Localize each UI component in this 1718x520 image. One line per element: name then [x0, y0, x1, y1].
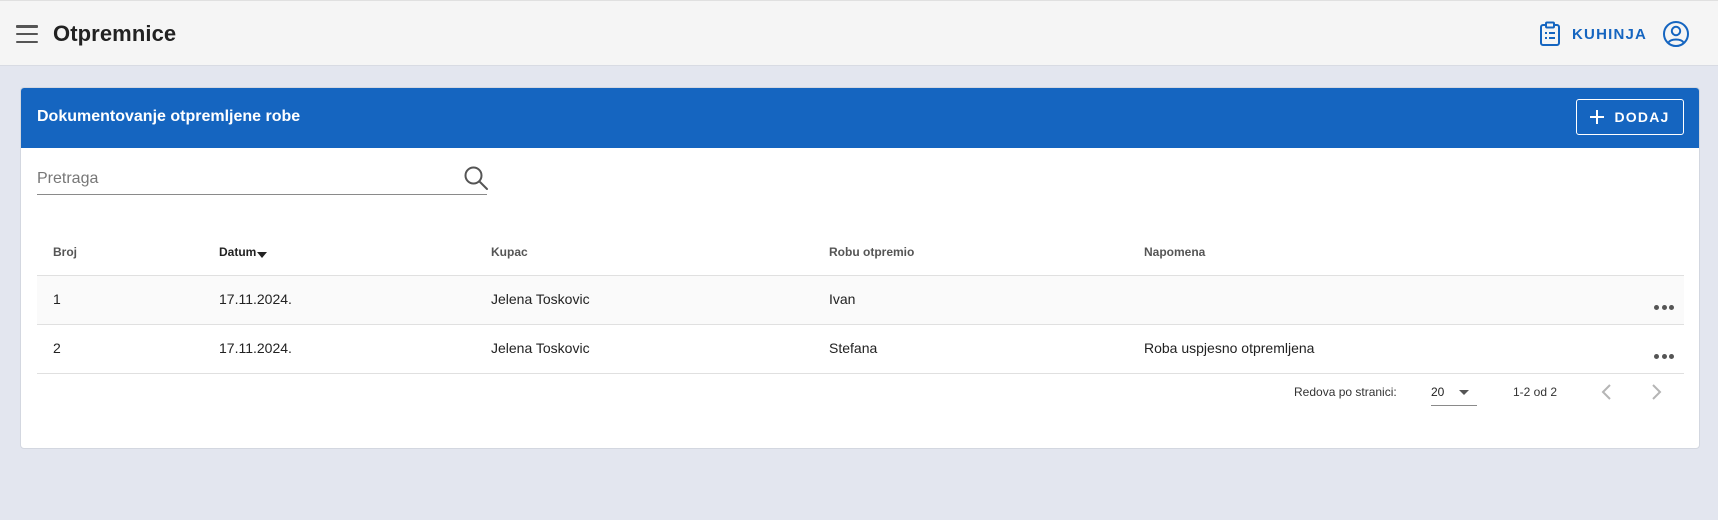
cell-napomena: Roba uspjesno otpremljena [1144, 340, 1315, 356]
table-row[interactable]: 1 17.11.2024. Jelena Toskovic Ivan [37, 276, 1684, 325]
cell-datum: 17.11.2024. [219, 340, 292, 356]
account-circle-icon[interactable] [1662, 20, 1690, 48]
cell-kupac: Jelena Toskovic [491, 291, 590, 307]
cell-broj: 2 [53, 340, 61, 356]
more-horizontal-icon[interactable] [1654, 346, 1678, 359]
cell-kupac: Jelena Toskovic [491, 340, 590, 356]
card-header: Dokumentovanje otpremljene robe DODAJ [21, 88, 1699, 148]
column-header-napomena[interactable]: Napomena [1144, 245, 1205, 259]
app-bar: Otpremnice KUHINJA [0, 0, 1718, 66]
more-horizontal-icon[interactable] [1654, 297, 1678, 310]
column-header-robu-otpremio[interactable]: Robu otpremio [829, 245, 914, 259]
column-header-broj[interactable]: Broj [53, 245, 77, 259]
cell-robu-otpremio: Ivan [829, 291, 856, 307]
rows-per-page-label: Redova po stranici: [1294, 385, 1397, 399]
cell-broj: 1 [53, 291, 61, 307]
page-title: Otpremnice [53, 21, 177, 46]
rows-per-page-select[interactable]: 20 [1431, 378, 1477, 406]
add-button-label: DODAJ [1614, 109, 1670, 125]
sort-desc-icon [257, 251, 268, 258]
plus-icon [1590, 110, 1605, 124]
search-field [37, 165, 489, 195]
chevron-left-icon[interactable] [1595, 380, 1619, 404]
clipboard-list-icon [1540, 21, 1560, 46]
menu-icon[interactable] [16, 25, 38, 44]
card-title: Dokumentovanje otpremljene robe [37, 108, 301, 125]
pagination-range: 1-2 od 2 [1513, 385, 1558, 399]
shipments-card: Dokumentovanje otpremljene robe DODAJ Br… [20, 87, 1700, 449]
cell-datum: 17.11.2024. [219, 291, 292, 307]
rows-per-page-value: 20 [1431, 385, 1445, 399]
column-header-kupac[interactable]: Kupac [491, 245, 528, 259]
add-button[interactable]: DODAJ [1576, 99, 1684, 135]
table-header: Broj Datum Kupac Robu otpremio Napomena [37, 228, 1684, 276]
shipments-table: Broj Datum Kupac Robu otpremio Napomena … [37, 228, 1684, 374]
column-header-datum[interactable]: Datum [219, 245, 268, 259]
kitchen-button[interactable]: KUHINJA [1530, 17, 1655, 51]
table-row[interactable]: 2 17.11.2024. Jelena Toskovic Stefana Ro… [37, 325, 1684, 374]
pagination: Redova po stranici: 20 1-2 od 2 [21, 374, 1699, 414]
kitchen-label: KUHINJA [1572, 25, 1648, 43]
column-header-datum-label: Datum [219, 245, 257, 259]
caret-down-icon [1459, 390, 1469, 395]
chevron-right-icon[interactable] [1644, 380, 1668, 404]
cell-robu-otpremio: Stefana [829, 340, 878, 356]
search-icon[interactable] [463, 165, 489, 191]
search-input[interactable] [37, 165, 447, 193]
